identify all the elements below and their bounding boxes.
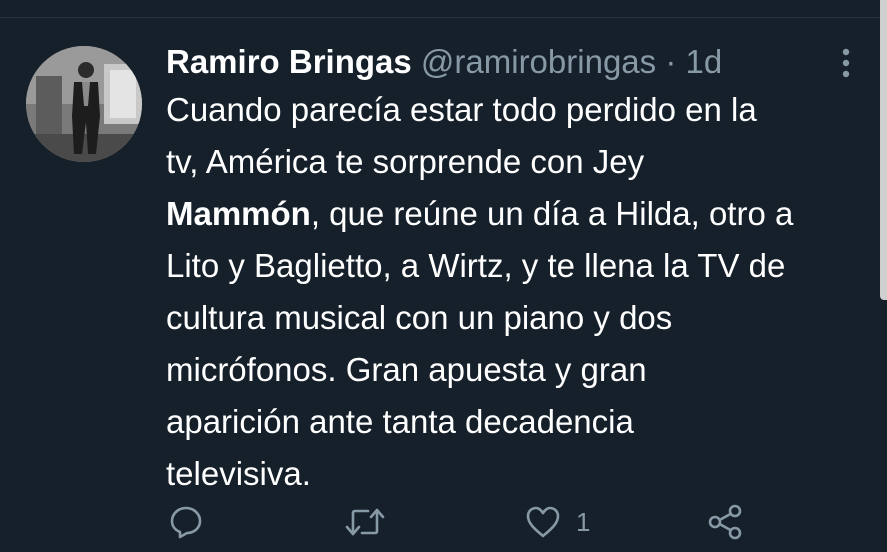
tweet-text-line: aparición ante tanta decadencia <box>166 403 634 440</box>
top-divider <box>0 0 887 18</box>
tweet-text-line: tv, América te sorprende con Jey <box>166 143 645 180</box>
tweet-text-line: Mammón, que reúne un día a Hilda, otro a <box>166 195 794 232</box>
like-button[interactable]: 1 <box>524 500 590 544</box>
tweet-text-line: televisiva. <box>166 455 311 492</box>
scrollbar[interactable] <box>880 0 887 300</box>
tweet-text: Cuando parecía estar todo perdido en la … <box>166 84 866 500</box>
tweet-timestamp[interactable]: 1d <box>686 43 723 80</box>
heart-icon <box>526 506 560 538</box>
author-name[interactable]: Ramiro Bringas <box>166 43 412 80</box>
share-icon <box>708 504 742 540</box>
tweet-text-line: micrófonos. Gran apuesta y gran <box>166 351 647 388</box>
share-button[interactable] <box>706 500 744 544</box>
bold-name: Mammón <box>166 195 311 232</box>
avatar[interactable] <box>26 46 142 162</box>
tweet-header: Ramiro Bringas @ramirobringas · 1d <box>166 42 722 82</box>
reply-button[interactable] <box>168 500 204 544</box>
tweet-text-line: Cuando parecía estar todo perdido en la <box>166 91 757 128</box>
tweet-text-line: Lito y Baglietto, a Wirtz, y te llena la… <box>166 247 786 284</box>
tweet-actions: 1 <box>0 500 887 544</box>
like-count: 1 <box>576 506 591 537</box>
retweet-button[interactable] <box>344 500 386 544</box>
author-handle[interactable]: @ramirobringas <box>421 43 656 80</box>
retweet-icon <box>345 508 385 536</box>
more-vertical-icon[interactable] <box>832 46 860 80</box>
reply-icon <box>170 506 202 539</box>
header-separator: · <box>665 43 677 80</box>
tweet-text-line: cultura musical con un piano y dos <box>166 299 673 336</box>
